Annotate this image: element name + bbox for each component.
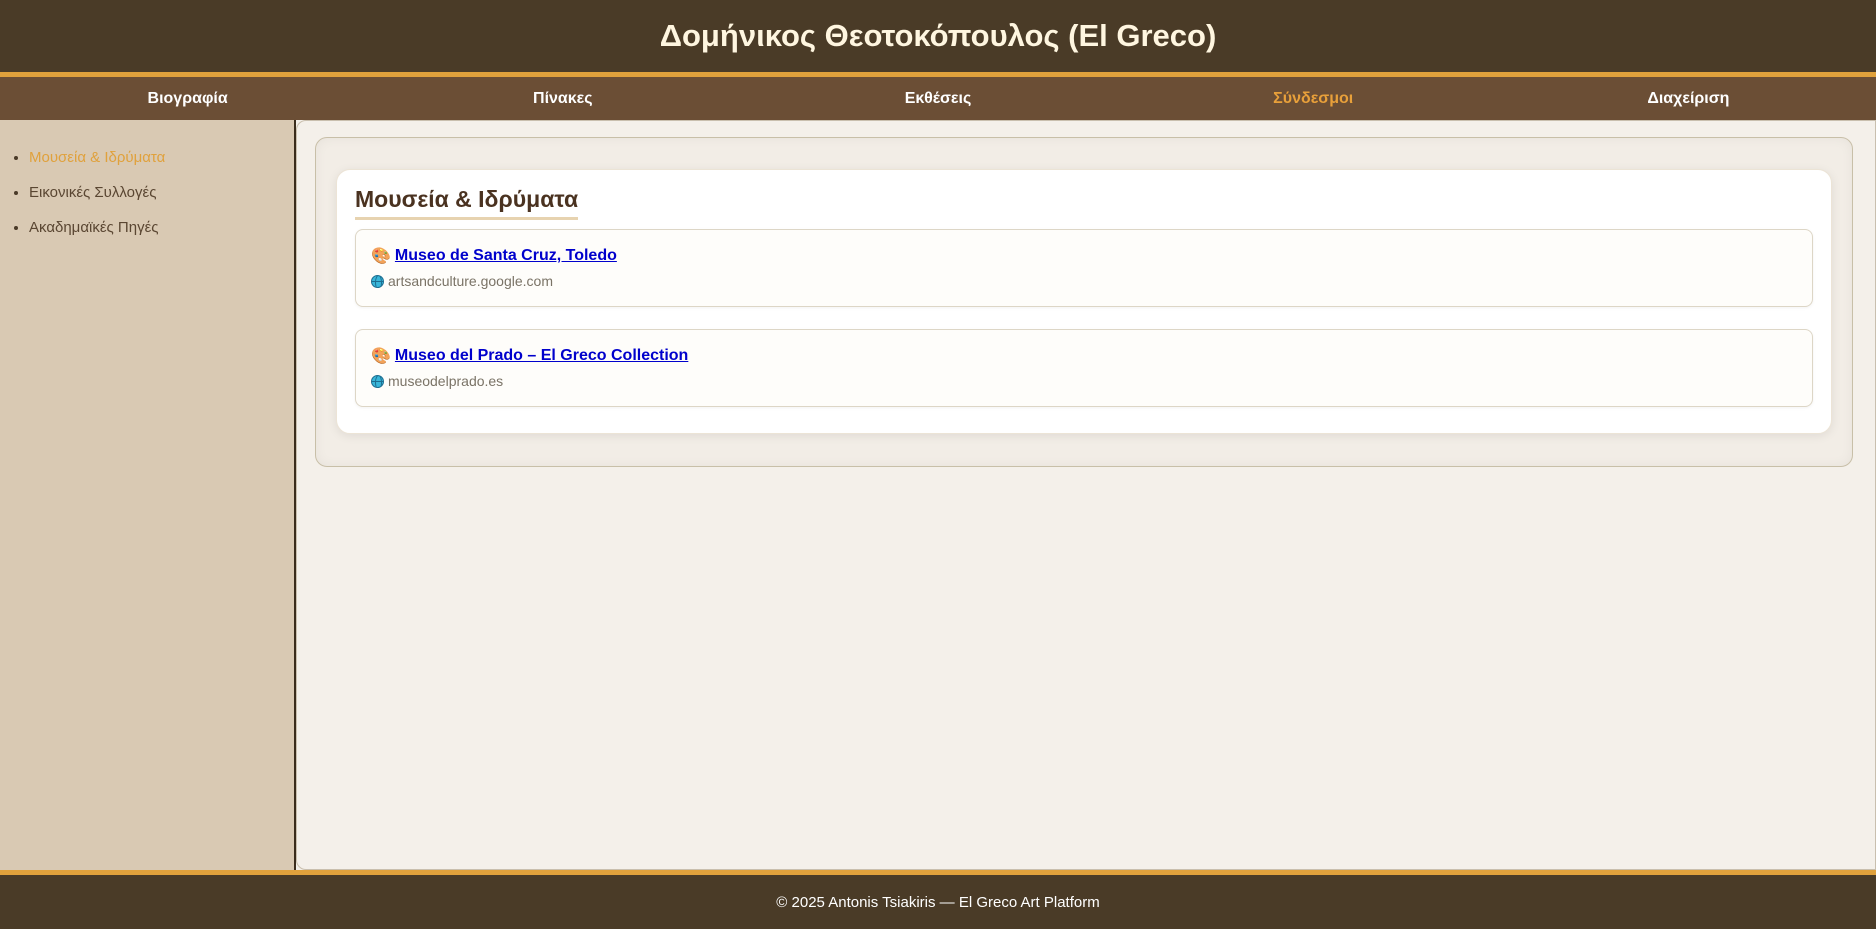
list-item: 🎨 Museo del Prado – El Greco Collection … [355,329,1813,407]
palette-icon: 🎨 [371,348,391,365]
main-content: Μουσεία & Ιδρύματα 🎨 Museo de Santa Cruz… [296,120,1876,870]
link-title-row: 🎨 Museo del Prado – El Greco Collection [371,346,688,366]
link-museo-del-prado[interactable]: Museo del Prado – El Greco Collection [395,347,688,365]
link-domain-row: museodelprado.es [371,373,503,389]
link-title-row: 🎨 Museo de Santa Cruz, Toledo [371,246,617,266]
main-nav: Βιογραφία Πίνακες Εκθέσεις Σύνδεσμοι Δια… [0,77,1876,120]
palette-icon: 🎨 [371,248,391,265]
links-panel: Μουσεία & Ιδρύματα 🎨 Museo de Santa Cruz… [315,137,1853,467]
link-museo-santa-cruz[interactable]: Museo de Santa Cruz, Toledo [395,247,617,265]
link-domain: artsandculture.google.com [388,273,553,289]
content-layout: Μουσεία & Ιδρύματα Εικονικές Συλλογές Ακ… [0,120,1876,870]
section-title: Μουσεία & Ιδρύματα [355,186,579,220]
sidebar: Μουσεία & Ιδρύματα Εικονικές Συλλογές Ακ… [0,120,296,870]
sidebar-item-museums[interactable]: Μουσεία & Ιδρύματα [29,149,294,167]
nav-item-exhibitions[interactable]: Εκθέσεις [750,90,1125,108]
globe-icon [371,274,384,288]
sidebar-item-academic-sources[interactable]: Ακαδημαϊκές Πηγές [29,219,294,237]
site-header: Δομήνικος Θεοτοκόπουλος (El Greco) [0,0,1876,77]
nav-item-paintings[interactable]: Πίνακες [375,90,750,108]
footer-text: © 2025 Antonis Tsiakiris — El Greco Art … [776,893,1100,911]
link-domain: museodelprado.es [388,373,504,389]
nav-item-biography[interactable]: Βιογραφία [0,90,375,108]
museums-card: Μουσεία & Ιδρύματα 🎨 Museo de Santa Cruz… [336,169,1832,434]
globe-icon [371,374,384,388]
sidebar-item-virtual-collections[interactable]: Εικονικές Συλλογές [29,184,294,202]
sidebar-list: Μουσεία & Ιδρύματα Εικονικές Συλλογές Ακ… [0,149,294,237]
list-item: 🎨 Museo de Santa Cruz, Toledo artsandcul… [355,229,1813,307]
site-footer: © 2025 Antonis Tsiakiris — El Greco Art … [0,870,1876,929]
link-domain-row: artsandculture.google.com [371,273,553,289]
nav-item-links[interactable]: Σύνδεσμοι [1126,90,1501,108]
page-title: Δομήνικος Θεοτοκόπουλος (El Greco) [659,18,1217,53]
nav-item-admin[interactable]: Διαχείριση [1501,90,1876,108]
